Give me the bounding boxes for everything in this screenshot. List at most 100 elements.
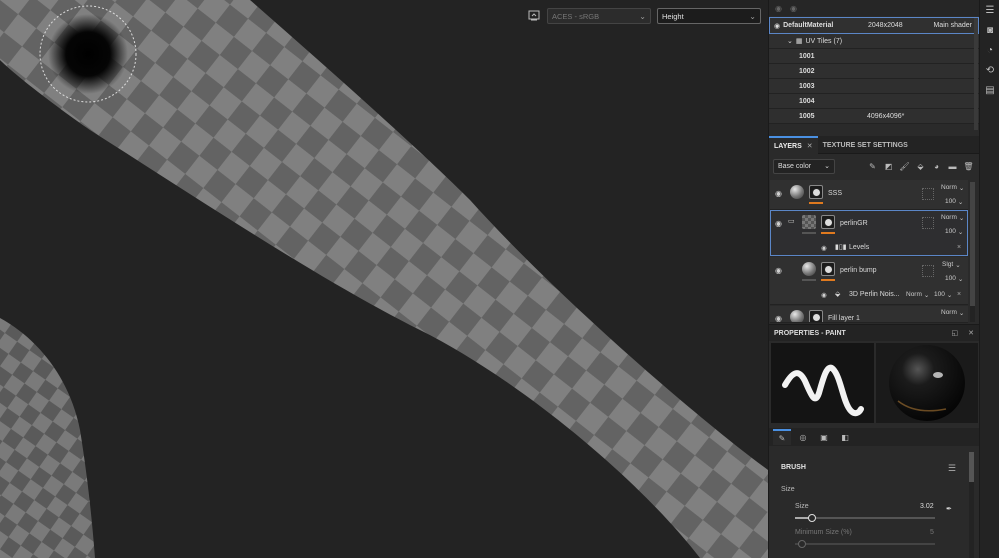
chevron-down-icon: ⌄ [749,11,756,21]
min-size-label: Minimum Size (%) [795,529,852,536]
tab-texture-set-settings[interactable]: TEXTURE SET SETTINGS [818,136,913,154]
material-tab-icon[interactable]: ◧ [836,429,854,445]
chevron-down-icon[interactable]: ⌄ [787,37,793,45]
colorspace-select[interactable]: ACES - sRGB ⌄ [547,8,651,24]
brush-settings: BRUSH ☰ Size Size 3.02 ✒ Minimum Size (%… [769,448,980,558]
add-mask-icon[interactable]: ◩ [883,161,894,172]
layer-name: Fill layer 1 [828,315,860,322]
visibility-icon[interactable]: ◉ [790,4,797,13]
uv-tile-row[interactable]: 1002 [769,64,979,79]
levels-icon: ▮▯▮ [835,244,847,251]
effect-blend-select[interactable]: Norm ⌄ [906,291,929,299]
close-icon[interactable]: ✕ [807,142,813,150]
chevron-down-icon: ⌄ [955,262,961,269]
properties-tabs: ✎ ◎ ▣ ◧ [769,428,980,446]
tile-res: 4096x4096* [867,112,905,120]
material-shader: Main shader [933,22,972,29]
eye-icon[interactable]: ◉ [775,314,785,322]
eye-icon[interactable]: ◉ [775,266,785,275]
layer-row[interactable]: ◉ Fill layer 1 Norm ⌄ [770,306,968,323]
log-icon[interactable]: ▤ [980,80,999,100]
uv-tiles-group[interactable]: ⌄ ▦ UV Tiles (7) [769,34,979,49]
layer-row[interactable]: ◉ perlin bump Slgt ⌄ 100 ⌄ ◉ ⬙ 3D Perlin N… [770,257,968,305]
size-value[interactable]: 3.02 [920,503,934,510]
uv-tile-row[interactable]: 1005 4096x4096* [769,109,979,124]
history-icon[interactable]: ⟲ [980,60,999,80]
mask-thumbnail[interactable] [809,185,823,199]
chevron-down-icon: ⌄ [957,199,964,206]
menu-icon[interactable]: ☰ [980,0,999,20]
tab-layers[interactable]: LAYERS ✕ [769,136,818,154]
add-smart-material-icon[interactable]: ◕ [931,161,942,172]
brush-tab-icon[interactable]: ✎ [773,429,791,445]
effect-opacity-value: 100 [934,291,945,298]
layer-channel-select[interactable]: Base color ⌄ [773,158,835,174]
add-folder-icon[interactable]: ▬ [947,161,958,172]
tile-id: 1003 [799,82,815,90]
uv-tile-row[interactable]: 1004 [769,94,979,109]
visibility-icon[interactable]: ◉ [775,4,782,13]
chevron-down-icon: ⌄ [946,292,953,299]
close-icon[interactable]: × [957,244,961,251]
folder-icon[interactable]: ▭ [788,217,795,225]
pen-pressure-icon[interactable]: ✒ [946,505,952,513]
opacity-field[interactable]: 100 ⌄ [945,228,963,236]
size-slider[interactable] [795,517,935,519]
display-settings-icon[interactable] [527,9,541,23]
add-paint-layer-icon[interactable]: 🖌 [899,161,910,172]
channel-view-value: Height [662,11,684,21]
stencil-tab-icon[interactable]: ▣ [815,429,833,445]
close-icon[interactable]: × [957,291,961,298]
texture-set-list-icon[interactable]: ◙ [980,20,999,40]
effect-row[interactable]: ◉ ▮▯▮ Levels × [771,241,967,255]
effect-row[interactable]: ◉ ⬙ 3D Perlin Nois... Norm ⌄ 100 ⌄ × [770,288,966,302]
blend-mode-select[interactable]: Norm ⌄ [941,214,964,222]
blend-mode-select[interactable]: Norm ⌄ [941,184,964,192]
layer-row[interactable]: ◉ SSS Norm ⌄ 100 ⌄ [770,180,968,210]
layers-tabs: LAYERS ✕ TEXTURE SET SETTINGS [769,136,980,154]
brush-previews [769,343,980,425]
texture-set-row[interactable]: ◉ DefaultMaterial 2048x2048 Main shader [769,17,979,34]
viewport-scene[interactable] [0,0,768,558]
shelf-icon[interactable]: ◔ [980,40,999,60]
mask-thumbnail[interactable] [809,310,823,322]
menu-icon[interactable]: ☰ [948,463,956,474]
eye-icon[interactable]: ◉ [821,291,831,299]
uv-tile-row[interactable]: 1001 [769,49,979,64]
layers-scrollbar[interactable] [970,182,975,322]
eye-icon[interactable]: ◉ [775,189,785,198]
add-effect-icon[interactable]: ✎ [867,161,878,172]
side-toolbar: ☰ ◙ ◔ ⟲ ▤ [979,0,999,558]
chevron-down-icon: ⌄ [958,310,965,317]
effect-opacity-field[interactable]: 100 ⌄ [934,291,952,299]
add-fill-layer-icon[interactable]: ⬙ [915,161,926,172]
properties-scrollbar[interactable] [969,452,974,558]
mask-thumbnail[interactable] [821,215,835,229]
float-panel-icon[interactable]: ◱ [952,329,959,337]
opacity-field[interactable]: 100 ⌄ [945,275,963,283]
uv-tile-row[interactable]: 1003 [769,79,979,94]
blend-mode-value: Norm [941,184,957,191]
min-size-value[interactable]: 5 [930,529,934,536]
layer-row-selected[interactable]: ◉ ▭ perlinGR Norm ⌄ 100 ⌄ ◉ ▮▯▮ Levels × [770,210,968,256]
close-icon[interactable]: ✕ [968,329,974,337]
eye-icon[interactable]: ◉ [774,22,780,30]
3d-viewport[interactable]: ACES - sRGB ⌄ Height ⌄ [0,0,768,558]
eye-icon[interactable]: ◉ [775,219,785,228]
mask-thumbnail[interactable] [821,262,835,276]
size-slider-knob[interactable] [807,514,816,522]
min-size-slider[interactable] [795,543,935,545]
alpha-tab-icon[interactable]: ◎ [794,429,812,445]
eye-icon[interactable]: ◉ [821,244,831,252]
texture-set-scrollbar[interactable] [974,18,978,130]
min-size-slider-knob[interactable] [798,540,806,548]
tab-layers-label: LAYERS [774,142,802,150]
properties-header: PROPERTIES - PAINT ◱ ✕ [769,324,980,341]
blend-mode-select[interactable]: Norm ⌄ [941,309,964,317]
blend-mode-select[interactable]: Slgt ⌄ [942,261,961,269]
channel-view-select[interactable]: Height ⌄ [657,8,761,24]
chevron-down-icon: ⌄ [958,215,965,222]
delete-layer-icon[interactable]: 🗑 [963,161,974,172]
opacity-field[interactable]: 100 ⌄ [945,198,963,206]
chevron-down-icon: ⌄ [824,163,830,170]
